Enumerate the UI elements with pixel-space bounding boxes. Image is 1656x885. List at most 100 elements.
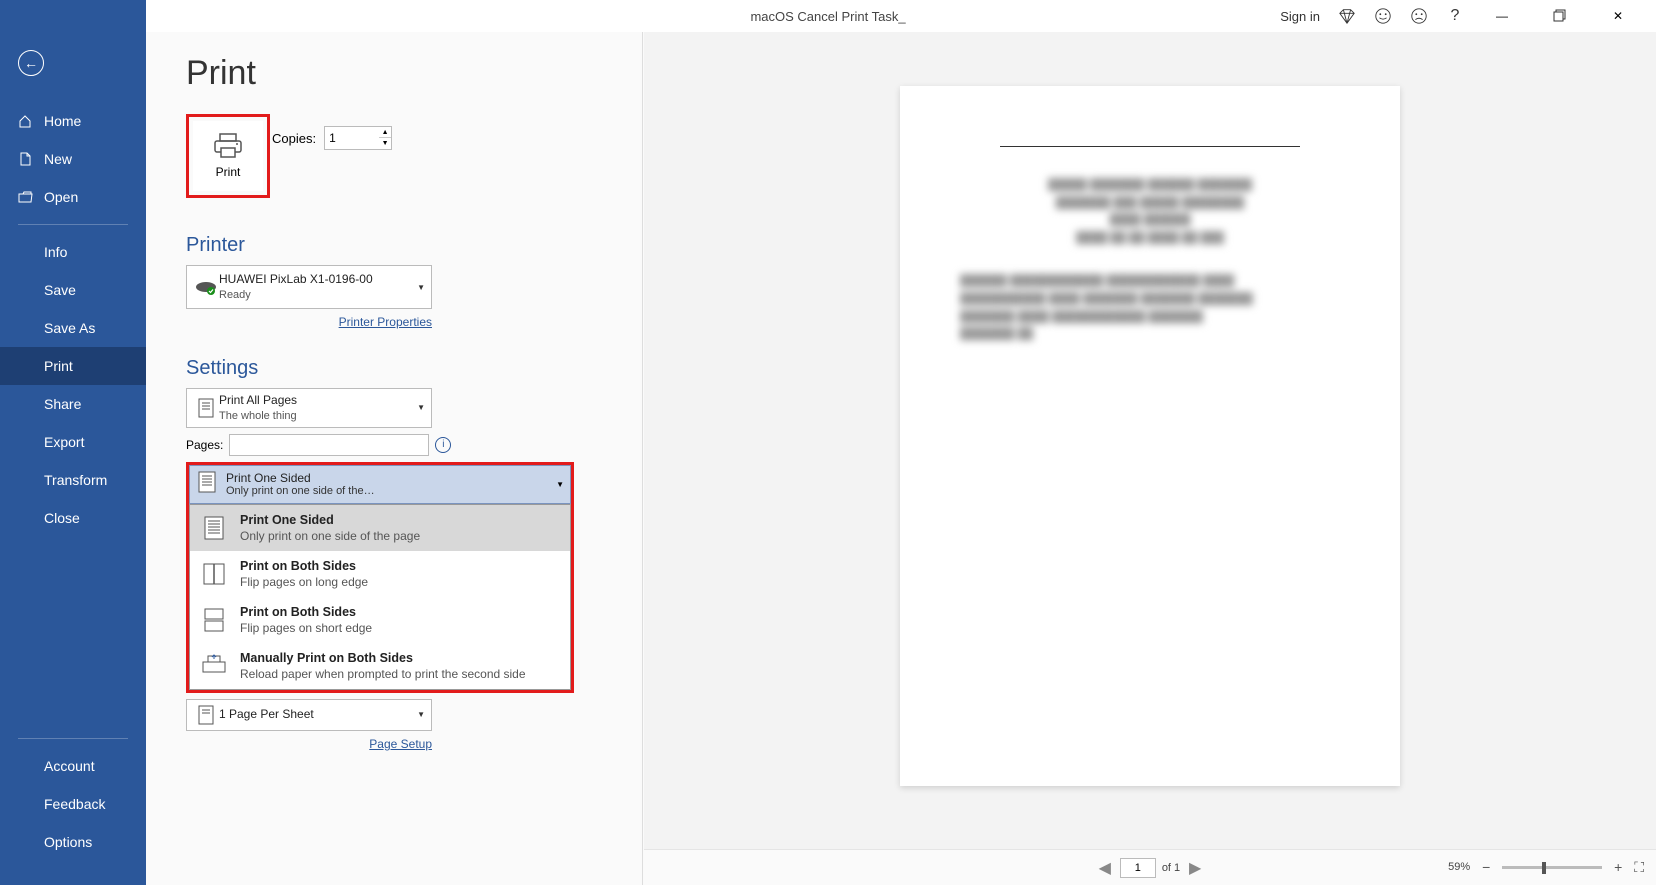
copies-spinner[interactable]: ▲ ▼ bbox=[379, 126, 392, 150]
sidebar-item-options[interactable]: Options bbox=[0, 823, 146, 861]
restore-button[interactable] bbox=[1540, 2, 1580, 30]
home-icon bbox=[18, 114, 34, 128]
sides-option-title: Print on Both Sides bbox=[240, 559, 368, 573]
print-button-label: Print bbox=[216, 165, 241, 179]
zoom-out-button[interactable]: − bbox=[1478, 859, 1494, 875]
printer-icon bbox=[213, 133, 243, 159]
page-setup-link[interactable]: Page Setup bbox=[170, 737, 432, 751]
zoom-control: 59% − + ⛶ bbox=[1448, 849, 1644, 885]
sides-option-title: Print One Sided bbox=[240, 513, 420, 527]
sides-option-one-sided[interactable]: Print One Sided Only print on one side o… bbox=[190, 505, 570, 551]
sidebar-item-save[interactable]: Save bbox=[0, 271, 146, 309]
spinner-down-icon[interactable]: ▼ bbox=[379, 138, 391, 149]
sidebar-item-print[interactable]: Print bbox=[0, 347, 146, 385]
back-button[interactable] bbox=[18, 50, 44, 76]
zoom-in-button[interactable]: + bbox=[1610, 859, 1626, 875]
smiley-icon[interactable] bbox=[1374, 7, 1392, 25]
sign-in-link[interactable]: Sign in bbox=[1280, 9, 1320, 24]
sides-selector[interactable]: Print One Sided Only print on one side o… bbox=[189, 465, 571, 504]
sides-option-desc: Flip pages on short edge bbox=[240, 621, 372, 635]
next-page-button[interactable]: ▶ bbox=[1186, 859, 1204, 877]
print-range-selector[interactable]: Print All Pages The whole thing ▼ bbox=[186, 388, 432, 428]
per-sheet-icon bbox=[193, 704, 219, 726]
sidebar-item-export[interactable]: Export bbox=[0, 423, 146, 461]
settings-heading: Settings bbox=[186, 357, 610, 380]
sidebar-item-label: Info bbox=[44, 244, 67, 260]
manual-duplex-icon bbox=[200, 651, 228, 681]
zoom-percent-label: 59% bbox=[1448, 861, 1470, 873]
per-sheet-primary: 1 Page Per Sheet bbox=[219, 707, 417, 723]
copies-label: Copies: bbox=[272, 131, 316, 146]
chevron-down-icon: ▼ bbox=[556, 480, 564, 489]
sides-current-secondary: Only print on one side of the… bbox=[226, 485, 556, 497]
pages-input[interactable] bbox=[229, 434, 429, 456]
minimize-button[interactable]: — bbox=[1482, 2, 1522, 30]
sides-option-title: Manually Print on Both Sides bbox=[240, 651, 526, 665]
chevron-down-icon: ▼ bbox=[417, 710, 425, 719]
current-page-input[interactable] bbox=[1120, 858, 1156, 878]
printer-status: Ready bbox=[219, 288, 417, 302]
spinner-up-icon[interactable]: ▲ bbox=[379, 127, 391, 138]
sidebar-divider bbox=[18, 738, 128, 739]
single-side-icon bbox=[200, 513, 228, 543]
printer-properties-link[interactable]: Printer Properties bbox=[170, 315, 432, 329]
copies-input[interactable] bbox=[324, 126, 380, 150]
sidebar-item-label: Open bbox=[44, 189, 78, 205]
folder-open-icon bbox=[18, 190, 34, 204]
zoom-slider[interactable] bbox=[1502, 866, 1602, 869]
single-side-icon bbox=[196, 470, 226, 499]
pages-info-icon[interactable]: i bbox=[435, 437, 451, 453]
sidebar-item-label: Save As bbox=[44, 320, 95, 336]
sidebar-item-open[interactable]: Open bbox=[0, 178, 146, 216]
sides-option-manual[interactable]: Manually Print on Both Sides Reload pape… bbox=[190, 643, 570, 689]
preview-page: █████ ███████ ██████ ██████████████ ███ … bbox=[900, 86, 1400, 786]
sidebar-item-label: Options bbox=[44, 834, 92, 850]
both-sides-long-icon bbox=[200, 559, 228, 589]
chevron-down-icon: ▼ bbox=[417, 403, 425, 412]
sidebar-item-close[interactable]: Close bbox=[0, 499, 146, 537]
pages-icon bbox=[193, 397, 219, 419]
sidebar-item-label: Save bbox=[44, 282, 76, 298]
sides-option-desc: Reload paper when prompted to print the … bbox=[240, 667, 526, 681]
printer-heading: Printer bbox=[186, 234, 610, 257]
print-button-highlight: Print bbox=[186, 114, 270, 198]
sides-current-primary: Print One Sided bbox=[226, 471, 556, 485]
help-icon[interactable]: ? bbox=[1446, 7, 1464, 25]
fit-to-window-button[interactable]: ⛶ bbox=[1634, 859, 1644, 876]
sides-option-both-long[interactable]: Print on Both Sides Flip pages on long e… bbox=[190, 551, 570, 597]
print-backstage: Print Print Printer i HUAWEI PixLab X1-0… bbox=[146, 32, 1656, 885]
sidebar-item-label: Print bbox=[44, 358, 73, 374]
sidebar-item-label: Export bbox=[44, 434, 84, 450]
sides-option-desc: Only print on one side of the page bbox=[240, 529, 420, 543]
diamond-icon[interactable] bbox=[1338, 7, 1356, 25]
printer-selector[interactable]: HUAWEI PixLab X1-0196-00 Ready ▼ bbox=[186, 265, 432, 309]
sidebar-item-new[interactable]: New bbox=[0, 140, 146, 178]
sidebar-item-account[interactable]: Account bbox=[0, 747, 146, 785]
sides-option-title: Print on Both Sides bbox=[240, 605, 372, 619]
sidebar-item-save-as[interactable]: Save As bbox=[0, 309, 146, 347]
document-title: macOS Cancel Print Task_ bbox=[750, 9, 905, 24]
sidebar-item-label: Account bbox=[44, 758, 95, 774]
printer-ready-icon bbox=[193, 277, 219, 297]
prev-page-button[interactable]: ◀ bbox=[1096, 859, 1114, 877]
zoom-slider-thumb[interactable] bbox=[1542, 862, 1546, 874]
close-button[interactable]: ✕ bbox=[1598, 2, 1638, 30]
sides-dropdown-highlight: Print One Sided Only print on one side o… bbox=[186, 462, 574, 693]
sidebar-item-feedback[interactable]: Feedback bbox=[0, 785, 146, 823]
frown-icon[interactable] bbox=[1410, 7, 1428, 25]
sidebar-divider bbox=[18, 224, 128, 225]
print-button[interactable]: Print bbox=[193, 121, 263, 191]
sides-option-both-short[interactable]: Print on Both Sides Flip pages on short … bbox=[190, 597, 570, 643]
vertical-separator bbox=[642, 32, 643, 885]
pages-per-sheet-selector[interactable]: 1 Page Per Sheet ▼ bbox=[186, 699, 432, 731]
backstage-sidebar: Home New Open Info Save Save As Print Sh… bbox=[0, 0, 146, 885]
sidebar-item-label: New bbox=[44, 151, 72, 167]
title-bar: macOS Cancel Print Task_ Sign in ? — ✕ bbox=[0, 0, 1656, 32]
sidebar-item-transform[interactable]: Transform bbox=[0, 461, 146, 499]
page-count-label: of 1 bbox=[1162, 862, 1180, 874]
sides-dropdown-panel: Print One Sided Only print on one side o… bbox=[189, 504, 571, 690]
sidebar-item-info[interactable]: Info bbox=[0, 233, 146, 271]
sidebar-item-home[interactable]: Home bbox=[0, 102, 146, 140]
sidebar-item-share[interactable]: Share bbox=[0, 385, 146, 423]
sides-option-desc: Flip pages on long edge bbox=[240, 575, 368, 589]
